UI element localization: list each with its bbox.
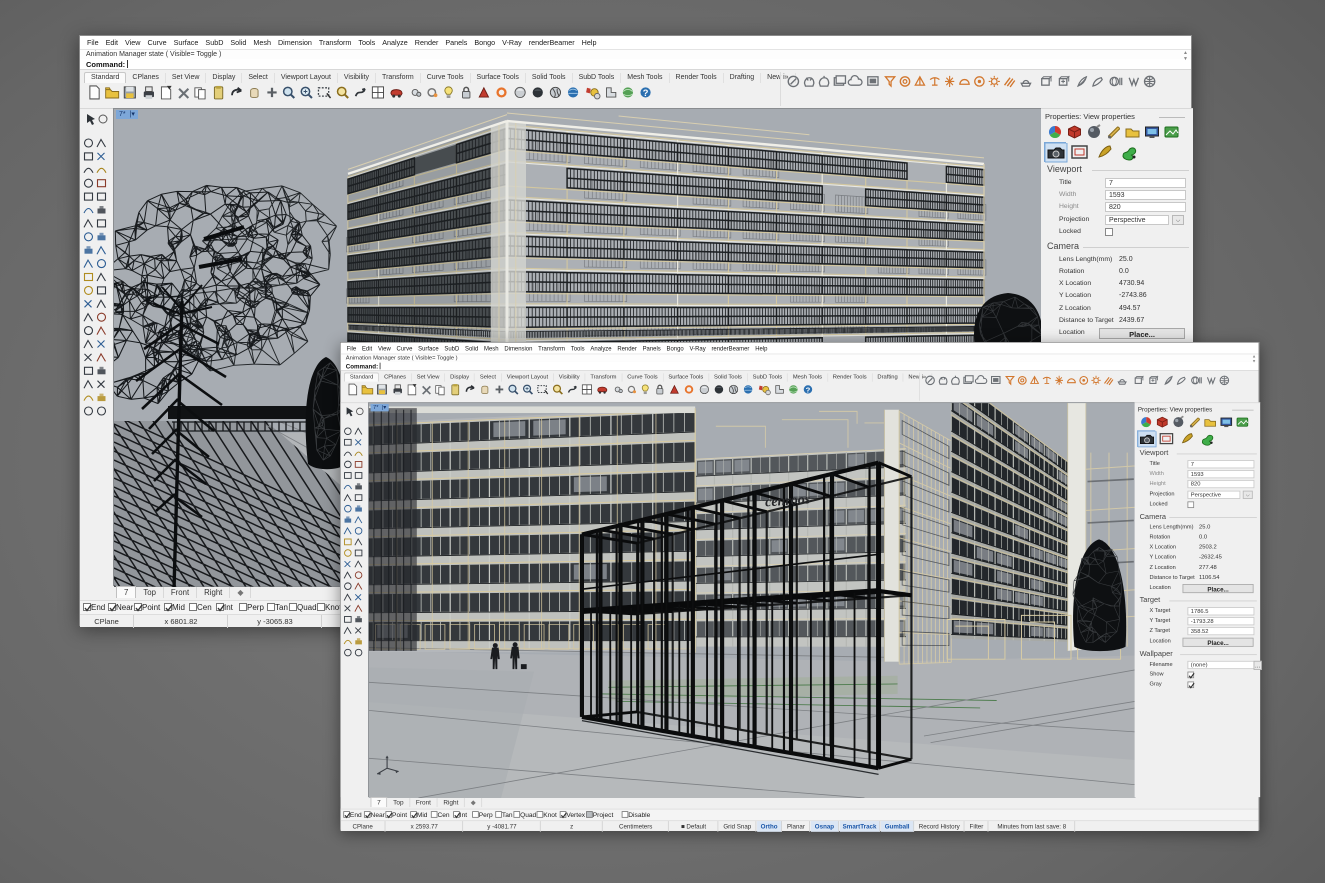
- svg-text:cenroos: cenroos: [765, 491, 812, 510]
- svg-text:?: ?: [806, 386, 811, 395]
- svg-text:?: ?: [643, 88, 649, 98]
